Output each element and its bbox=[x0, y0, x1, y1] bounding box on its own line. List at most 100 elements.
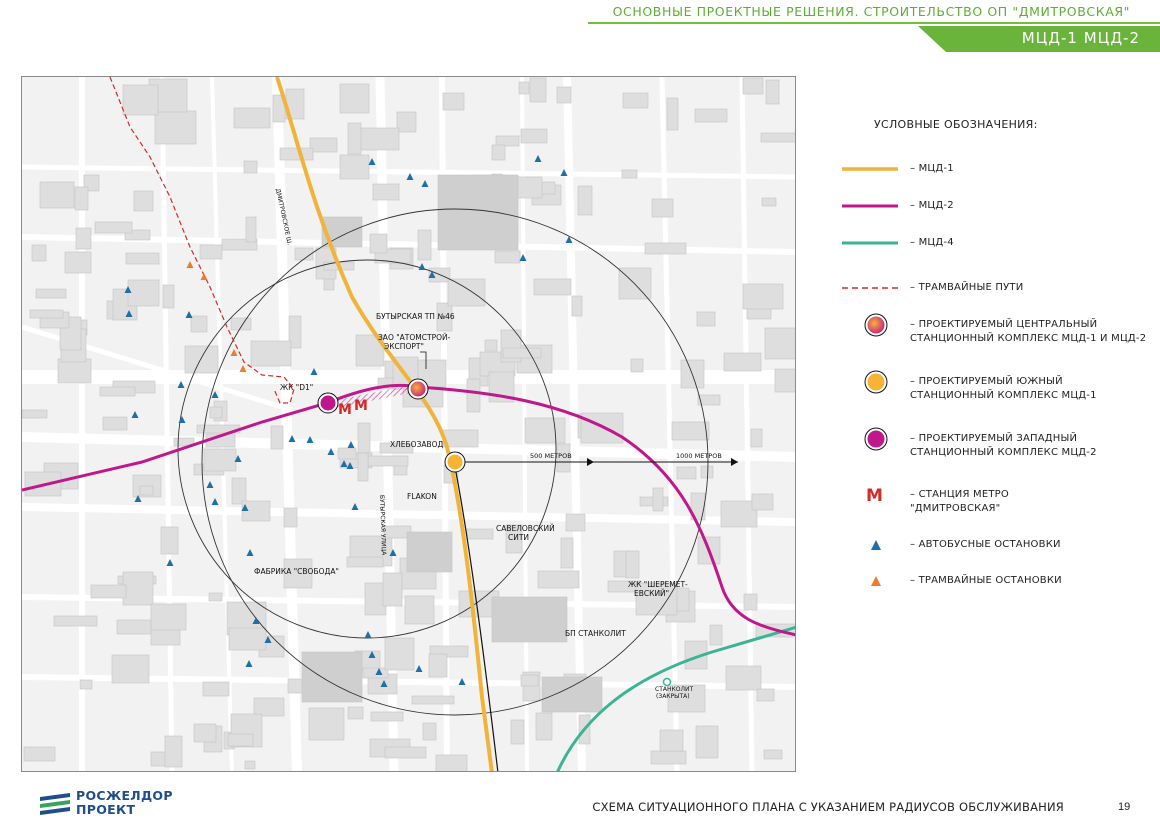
building bbox=[676, 466, 697, 480]
map-canvas: М М ЖК "D1" БУТЫРСКАЯ ТП №46 ЗАО "АТОМСТ… bbox=[22, 77, 795, 771]
building bbox=[160, 526, 179, 555]
building bbox=[659, 729, 684, 752]
building bbox=[524, 417, 566, 444]
building bbox=[90, 584, 127, 599]
building bbox=[725, 665, 762, 691]
gradient-station-icon bbox=[840, 312, 900, 343]
header-band: ОСНОВНЫЕ ПРОЕКТНЫЕ РЕШЕНИЯ. СТРОИТЕЛЬСТВ… bbox=[588, 0, 1160, 24]
line-yellow-icon bbox=[840, 162, 900, 181]
building bbox=[671, 421, 710, 441]
page-caption: СХЕМА СИТУАЦИОННОГО ПЛАНА С УКАЗАНИЕМ РА… bbox=[592, 800, 1064, 814]
building bbox=[231, 477, 247, 505]
building bbox=[621, 169, 638, 179]
building bbox=[404, 595, 435, 625]
central-station-icon[interactable] bbox=[410, 381, 426, 397]
bus-stop-icon bbox=[840, 538, 900, 557]
building bbox=[337, 447, 357, 460]
building bbox=[422, 722, 437, 741]
building-large bbox=[301, 651, 363, 703]
logo-text: РОСЖЕЛДОР ПРОЕКТ bbox=[76, 788, 173, 817]
building bbox=[209, 406, 223, 419]
building bbox=[35, 288, 67, 299]
building bbox=[372, 183, 400, 201]
building bbox=[533, 278, 572, 296]
building bbox=[228, 627, 267, 651]
building bbox=[164, 735, 183, 768]
legend-label: – МЦД-1 bbox=[910, 163, 954, 174]
line-magenta-icon bbox=[840, 199, 900, 218]
building bbox=[203, 448, 237, 472]
building bbox=[723, 352, 762, 372]
metro-icon: М bbox=[840, 485, 900, 510]
building bbox=[494, 250, 521, 264]
building bbox=[347, 706, 364, 720]
building bbox=[150, 603, 187, 631]
building bbox=[694, 108, 728, 123]
building bbox=[495, 135, 520, 147]
building bbox=[74, 186, 89, 211]
building-large bbox=[491, 596, 568, 643]
west-station-icon[interactable] bbox=[320, 395, 336, 411]
building bbox=[750, 428, 763, 448]
legend-label: – МЦД-2 bbox=[910, 200, 954, 211]
building bbox=[367, 455, 409, 467]
page-title: ОСНОВНЫЕ ПРОЕКТНЫЕ РЕШЕНИЯ. СТРОИТЕЛЬСТВ… bbox=[612, 4, 1130, 19]
building bbox=[751, 493, 774, 511]
rzd-project-logo: РОСЖЕЛДОР ПРОЕКТ bbox=[38, 788, 198, 822]
building bbox=[29, 309, 64, 319]
building bbox=[347, 122, 362, 155]
building-large bbox=[406, 531, 453, 573]
building bbox=[162, 284, 175, 309]
building bbox=[384, 746, 427, 759]
building bbox=[31, 244, 47, 262]
building bbox=[622, 92, 649, 109]
south-station-icon[interactable] bbox=[447, 454, 463, 470]
building bbox=[253, 697, 285, 717]
building bbox=[79, 679, 93, 690]
building bbox=[577, 185, 593, 216]
building bbox=[362, 667, 389, 679]
building bbox=[53, 615, 98, 627]
building bbox=[625, 550, 640, 579]
building bbox=[39, 181, 75, 209]
building bbox=[270, 425, 284, 450]
label-stankolit-station: СТАНКОЛИТ (ЗАКРЫТА) bbox=[655, 686, 695, 700]
building bbox=[396, 111, 417, 133]
building bbox=[510, 719, 525, 745]
orange-station-icon bbox=[840, 369, 900, 400]
building bbox=[243, 160, 258, 174]
logo-mark-icon bbox=[40, 793, 70, 815]
dashed-red-line-icon bbox=[840, 281, 900, 300]
building bbox=[339, 83, 370, 114]
building bbox=[382, 572, 403, 607]
building bbox=[618, 267, 652, 300]
building bbox=[700, 465, 714, 479]
line-green-icon bbox=[840, 236, 900, 255]
building bbox=[442, 92, 465, 111]
building bbox=[154, 110, 197, 145]
label-bp-stankolit: БП СТАНКОЛИТ bbox=[565, 629, 626, 638]
building bbox=[417, 229, 432, 261]
building bbox=[763, 749, 783, 760]
label-flakon: FLAKON bbox=[407, 492, 437, 501]
svg-text:М: М bbox=[338, 402, 352, 418]
building bbox=[184, 345, 219, 374]
building bbox=[208, 592, 223, 602]
building bbox=[133, 190, 154, 212]
building bbox=[193, 723, 217, 743]
legend-title: УСЛОВНЫЕ ОБОЗНАЧЕНИЯ: bbox=[874, 118, 1038, 131]
legend-label: – АВТОБУСНЫЕ ОСТАНОВКИ bbox=[910, 539, 1061, 550]
building bbox=[122, 571, 154, 606]
building bbox=[369, 233, 388, 254]
building bbox=[428, 653, 448, 678]
label-radius-1000: 1000 МЕТРОВ bbox=[676, 452, 722, 460]
svg-text:М: М bbox=[354, 398, 368, 414]
building bbox=[122, 84, 159, 116]
building bbox=[761, 197, 777, 207]
label-radius-500: 500 МЕТРОВ bbox=[530, 452, 572, 460]
building bbox=[199, 244, 223, 260]
building bbox=[630, 358, 644, 373]
legend-label: – СТАНЦИЯ МЕТРО "ДМИТРОВСКАЯ" bbox=[910, 489, 1009, 514]
building bbox=[537, 570, 580, 589]
situational-map[interactable]: М М ЖК "D1" БУТЫРСКАЯ ТП №46 ЗАО "АТОМСТ… bbox=[21, 76, 796, 772]
